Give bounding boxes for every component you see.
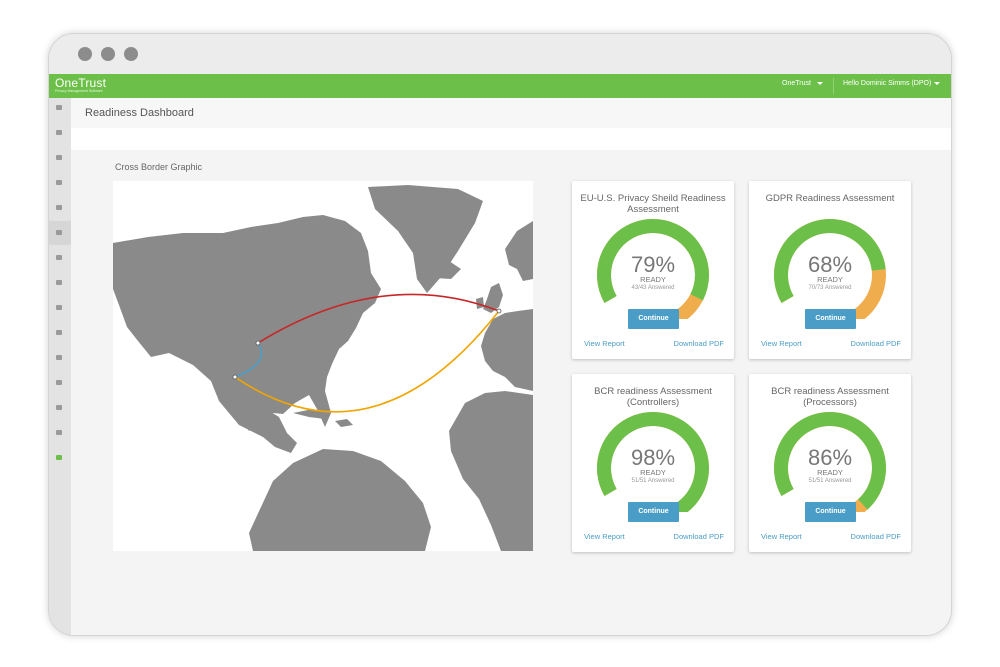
list-icon[interactable]: [56, 255, 62, 260]
check-icon[interactable]: [56, 130, 62, 135]
help-icon[interactable]: [56, 405, 62, 410]
map-section-title: Cross Border Graphic: [115, 162, 203, 172]
answered-count: 70/73 Answered: [808, 285, 852, 291]
download-pdf-link[interactable]: Download PDF: [851, 339, 901, 348]
answered-count: 51/51 Answered: [808, 478, 852, 484]
user-menu[interactable]: Hello Dominic Simms (DPO): [843, 80, 931, 87]
continue-button[interactable]: Continue: [805, 309, 856, 329]
continue-button[interactable]: Continue: [805, 502, 856, 522]
assessment-card-gdpr: GDPR Readiness Assessment 68% READY 70/7…: [749, 181, 911, 359]
app-topbar: OneTrust Privacy Management Software One…: [49, 74, 951, 98]
world-map-svg: [113, 185, 533, 551]
window-dot-minimize[interactable]: [101, 47, 115, 61]
user-icon[interactable]: [56, 355, 62, 360]
megaphone-icon[interactable]: [56, 455, 62, 460]
user-menu-chevron-down-icon[interactable]: [934, 82, 940, 85]
card-title: GDPR Readiness Assessment: [765, 193, 895, 204]
route-node-icon[interactable]: [255, 340, 261, 346]
assessment-card-bcr-processors: BCR readiness Assessment (Processors) 86…: [749, 374, 911, 552]
ready-label: READY: [640, 275, 666, 284]
nav-divider: [833, 78, 834, 94]
org-menu-chevron-down-icon[interactable]: [817, 82, 823, 85]
brand-tagline: Privacy Management Software: [55, 89, 103, 93]
window-dot-maximize[interactable]: [124, 47, 138, 61]
route-node-icon[interactable]: [496, 308, 502, 314]
download-pdf-link[interactable]: Download PDF: [674, 339, 724, 348]
globe-icon[interactable]: [56, 230, 62, 235]
continue-button[interactable]: Continue: [628, 309, 679, 329]
answered-count: 51/51 Answered: [631, 478, 675, 484]
code-icon[interactable]: [56, 330, 62, 335]
flag-icon[interactable]: [56, 280, 62, 285]
browser-chrome: [49, 34, 951, 74]
answered-count: 43/43 Answered: [631, 285, 675, 291]
grid-icon[interactable]: [56, 180, 62, 185]
page-title: Readiness Dashboard: [85, 107, 194, 119]
download-pdf-link[interactable]: Download PDF: [674, 532, 724, 541]
land-masses: [113, 185, 533, 551]
card-title: EU-U.S. Privacy Sheild Readiness Assessm…: [580, 193, 726, 215]
header-strip: [71, 128, 951, 150]
page-header: Readiness Dashboard: [71, 98, 951, 128]
folder-icon[interactable]: [56, 305, 62, 310]
view-report-link[interactable]: View Report: [761, 339, 802, 348]
document-icon[interactable]: [56, 155, 62, 160]
assessment-card-bcr-controllers: BCR readiness Assessment (Controllers) 9…: [572, 374, 734, 552]
ready-label: READY: [817, 275, 843, 284]
ready-label: READY: [640, 468, 666, 477]
sidebar: [49, 98, 71, 635]
cross-border-map[interactable]: [113, 181, 533, 551]
users-icon[interactable]: [56, 380, 62, 385]
settings-icon[interactable]: [56, 430, 62, 435]
continue-button[interactable]: Continue: [628, 502, 679, 522]
view-report-link[interactable]: View Report: [584, 532, 625, 541]
view-report-link[interactable]: View Report: [761, 532, 802, 541]
browser-window: OneTrust Privacy Management Software One…: [48, 33, 952, 636]
view-report-link[interactable]: View Report: [584, 339, 625, 348]
card-title: BCR readiness Assessment (Controllers): [594, 386, 712, 408]
route-node-icon[interactable]: [232, 374, 238, 380]
download-pdf-link[interactable]: Download PDF: [851, 532, 901, 541]
card-title: BCR readiness Assessment (Processors): [771, 386, 889, 408]
briefcase-icon[interactable]: [56, 205, 62, 210]
assessment-card-privacy-shield: EU-U.S. Privacy Sheild Readiness Assessm…: [572, 181, 734, 359]
ready-label: READY: [817, 468, 843, 477]
brand-logo[interactable]: OneTrust: [55, 76, 106, 90]
home-icon[interactable]: [56, 105, 62, 110]
org-menu[interactable]: OneTrust: [782, 80, 811, 87]
window-dot-close[interactable]: [78, 47, 92, 61]
